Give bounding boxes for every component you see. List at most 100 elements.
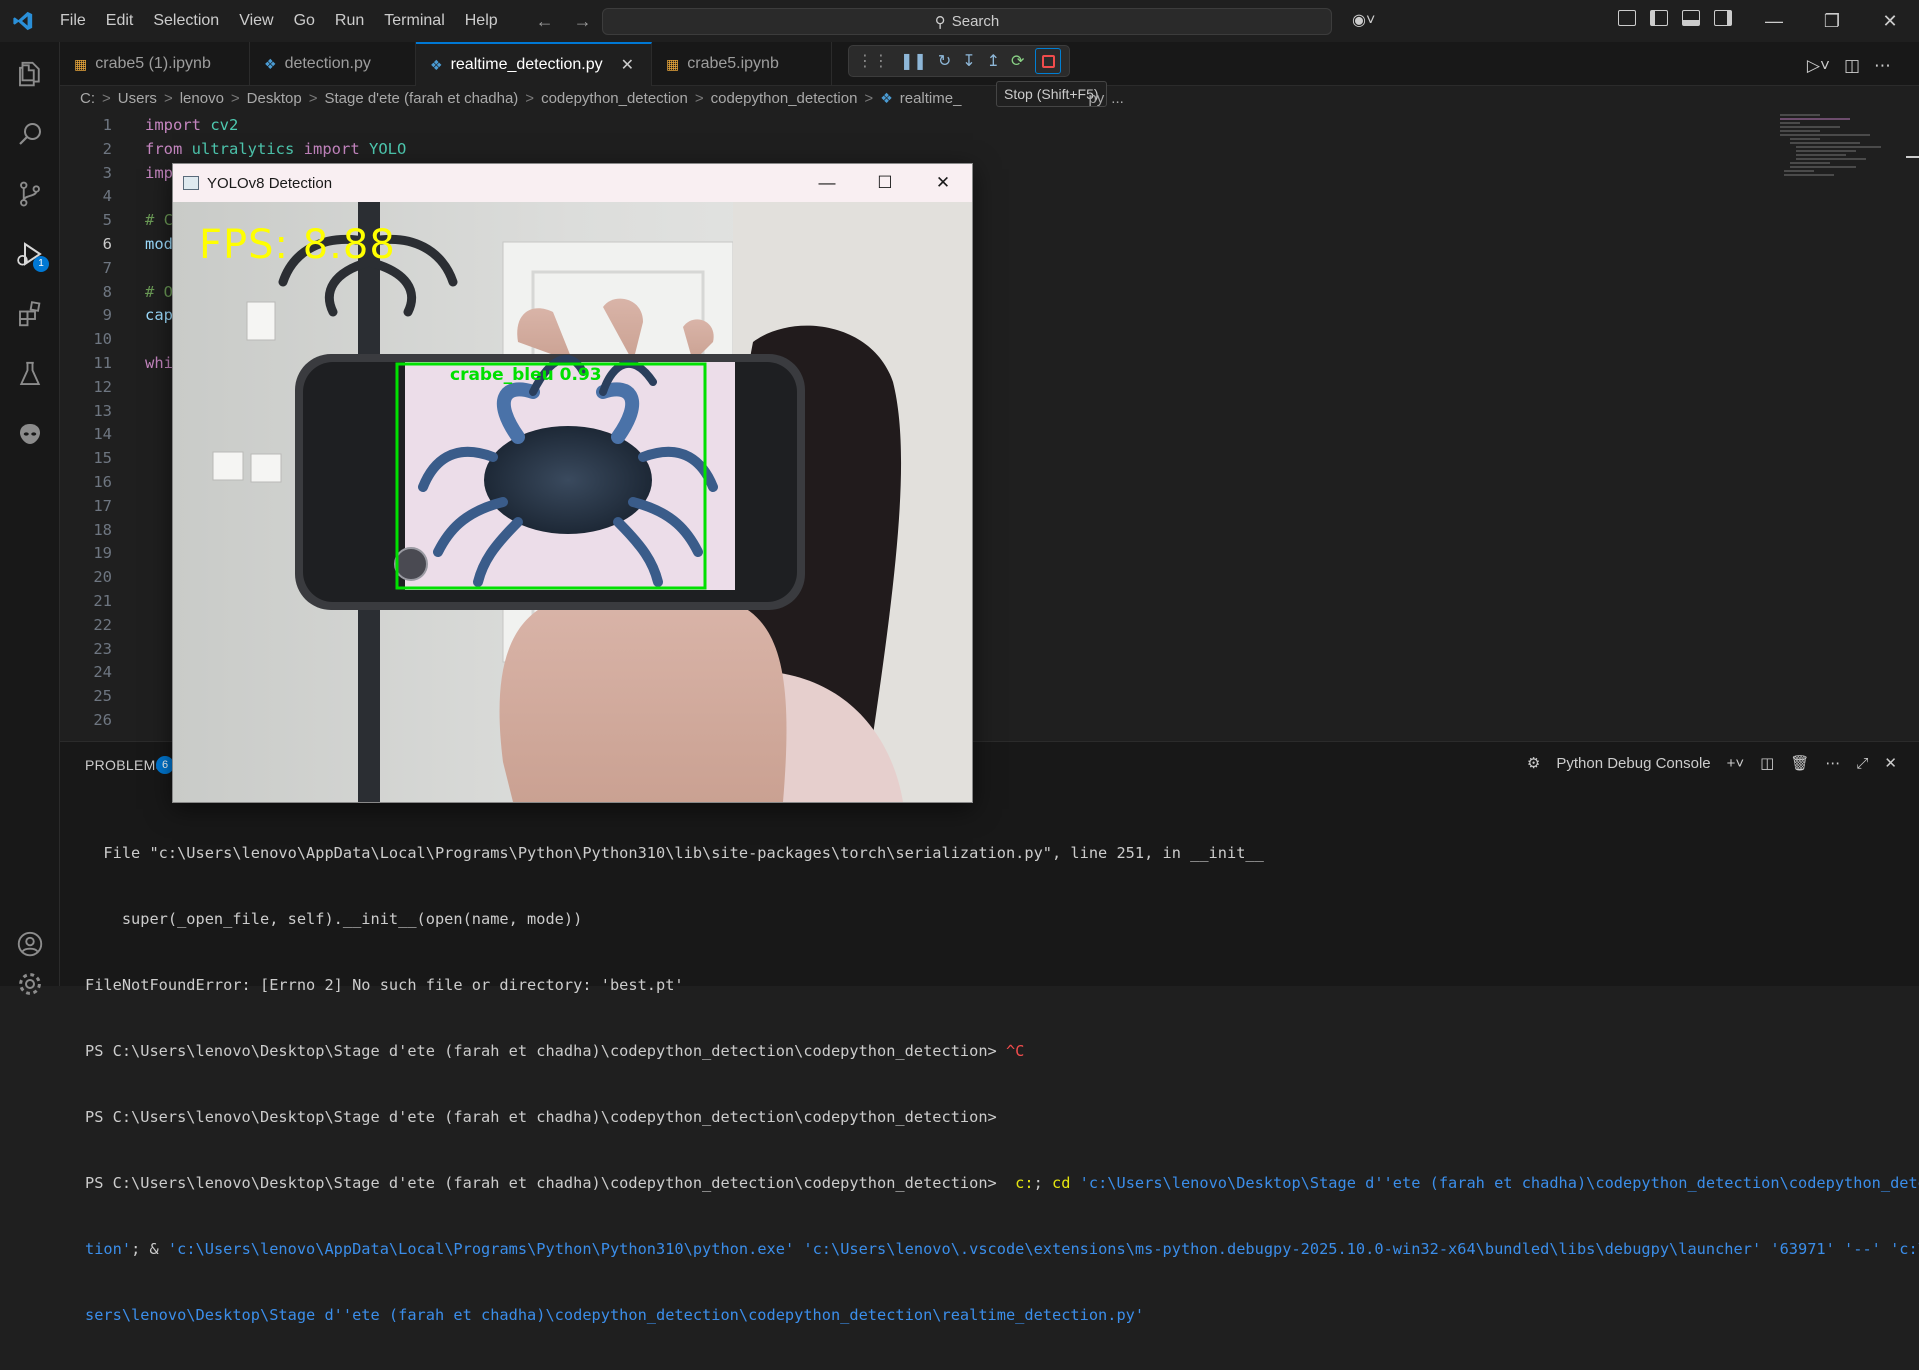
menu-edit[interactable]: Edit [96,0,144,42]
toggle-panel-icon[interactable] [1682,10,1700,26]
toggle-primary-sidebar-icon[interactable] [1650,10,1668,26]
breadcrumb-item[interactable]: codepython_detection [541,90,688,112]
line-number: 22 [93,615,112,634]
tab-problems[interactable]: PROBLEMS [85,757,165,773]
menu-selection[interactable]: Selection [143,0,229,42]
tab-detection[interactable]: ❖ detection.py [250,42,416,86]
line-number: 10 [93,330,112,349]
copilot-icon[interactable]: ◉˅ [1352,10,1375,30]
terminal-select[interactable]: Python Debug Console [1556,755,1710,772]
close-panel-icon[interactable]: ✕ [1884,754,1897,772]
restart-icon[interactable]: ⟳ [1011,51,1024,71]
code-line-2: from ultralytics import YOLO [145,139,407,158]
title-bar: File Edit Selection View Go Run Terminal… [0,0,1919,42]
code-line-3: imp [145,163,173,182]
yolo-detection-window[interactable]: YOLOv8 Detection — ☐ ✕ FPS: 8.88 crabe_b… [172,163,973,803]
tab-crabe5[interactable]: ▦ crabe5.ipynb [652,42,832,86]
maximize-panel-icon[interactable]: ⤢ [1856,755,1868,772]
drag-handle-icon[interactable]: ⋮⋮ [857,51,889,71]
breadcrumb-item[interactable]: Desktop [247,90,302,112]
new-terminal-icon[interactable]: +˅ [1727,755,1745,772]
search-icon: ⚲ [934,13,946,31]
run-debug-icon[interactable]: 1 [0,230,60,278]
python-file-icon: ❖ [430,56,443,73]
menu-run[interactable]: Run [325,0,374,42]
minimize-icon[interactable]: — [1745,0,1803,42]
split-terminal-icon[interactable]: ◫ [1760,754,1774,772]
menu-terminal[interactable]: Terminal [374,0,454,42]
breadcrumb-item[interactable]: Stage d'ete (farah et chadha) [324,90,518,112]
line-number: 14 [93,425,112,444]
stop-button[interactable] [1035,48,1062,74]
run-python-file-icon[interactable]: ▷˅ [1807,56,1830,76]
testing-flask-icon[interactable] [0,350,60,398]
source-control-icon[interactable] [0,170,60,218]
menu-view[interactable]: View [229,0,283,42]
tab-crabe5-1[interactable]: ▦ crabe5 (1).ipynb [60,42,250,86]
fps-readout: FPS: 8.88 [199,222,396,268]
code-line-5: # C [145,211,173,230]
debug-toolbar: ⋮⋮ ❚❚ ↻ ↧ ↥ ⟳ [848,45,1070,77]
more-actions-icon[interactable]: ⋯ [1874,56,1891,76]
cv-maximize-icon[interactable]: ☐ [856,164,914,202]
menu-help[interactable]: Help [455,0,508,42]
split-editor-icon[interactable]: ◫ [1844,56,1860,76]
line-number: 15 [93,449,112,468]
terminal-line: FileNotFoundError: [Errno 2] No such fil… [85,976,684,994]
line-number: 2 [102,139,112,158]
more-icon[interactable]: ⋯ [1825,754,1840,772]
explorer-icon[interactable] [0,50,60,98]
breadcrumb-item[interactable]: codepython_detection [711,90,858,112]
menu-file[interactable]: File [50,0,96,42]
tab-close-icon[interactable]: ✕ [621,55,634,75]
minimap[interactable] [1780,114,1900,224]
line-number: 20 [93,568,112,587]
line-number: 18 [93,520,112,539]
terminal-line: File "c:\Users\lenovo\AppData\Local\Prog… [85,844,1264,862]
toggle-secondary-sidebar-icon[interactable] [1714,10,1732,26]
breadcrumb-item[interactable]: realtime_ [900,90,962,112]
breadcrumb-item[interactable]: C: [80,90,95,112]
line-number: 4 [102,187,112,206]
alien-extension-icon[interactable] [0,410,60,458]
line-number: 13 [93,401,112,420]
restore-icon[interactable]: ❐ [1803,0,1861,42]
tab-label: realtime_detection.py [450,56,603,73]
menu-go[interactable]: Go [284,0,325,42]
search-view-icon[interactable] [0,110,60,158]
line-number: 21 [93,592,112,610]
line-number: 6 [102,235,112,253]
command-center-search[interactable]: ⚲ Search [602,8,1332,35]
forward-arrow-icon[interactable]: → [574,11,592,32]
breadcrumb-item[interactable]: py [1088,90,1104,112]
code-line-8: # O [145,282,173,301]
back-arrow-icon[interactable]: ← [536,11,554,32]
step-out-icon[interactable]: ↥ [987,51,1000,71]
line-number: 16 [93,473,112,491]
customize-layout-icon[interactable] [1618,10,1636,26]
line-number-gutter: 1 2 3 4 5 6 7 8 9 10 11 12 13 14 15 16 17 18 19 20 21 22 23 24 2… [60,114,120,738]
cv-minimize-icon[interactable]: — [798,164,856,202]
terminal-line: PS C:\Users\lenovo\Desktop\Stage d'ete (… [85,1042,1025,1060]
manage-gear-icon[interactable] [0,960,60,1008]
notebook-icon: ▦ [666,55,680,72]
terminal-output[interactable]: File "c:\Users\lenovo\AppData\Local\Prog… [85,798,1919,1370]
extensions-icon[interactable] [0,290,60,338]
notebook-icon: ▦ [74,55,88,72]
kill-terminal-icon[interactable]: 🗑 [1790,754,1809,772]
cv-window-title: YOLOv8 Detection [207,174,333,192]
cv-close-icon[interactable]: ✕ [914,164,972,202]
breadcrumb-item[interactable]: Users [118,90,157,112]
breadcrumb-item[interactable]: lenovo [180,90,224,112]
tab-realtime-detection[interactable]: ❖ realtime_detection.py ✕ [416,42,652,86]
step-over-icon[interactable]: ↻ [938,51,951,71]
scrollbar-cursor-marker [1906,156,1919,158]
breadcrumb-item[interactable]: ... [1111,90,1124,112]
cv-window-titlebar[interactable]: YOLOv8 Detection — ☐ ✕ [173,164,972,202]
pause-icon[interactable]: ❚❚ [900,51,927,71]
close-icon[interactable]: ✕ [1861,0,1919,42]
code-line-11: whi [145,354,173,372]
menu-bar: File Edit Selection View Go Run Terminal… [50,0,508,42]
chevron-right-icon: > [230,90,240,107]
step-into-icon[interactable]: ↧ [962,51,975,71]
